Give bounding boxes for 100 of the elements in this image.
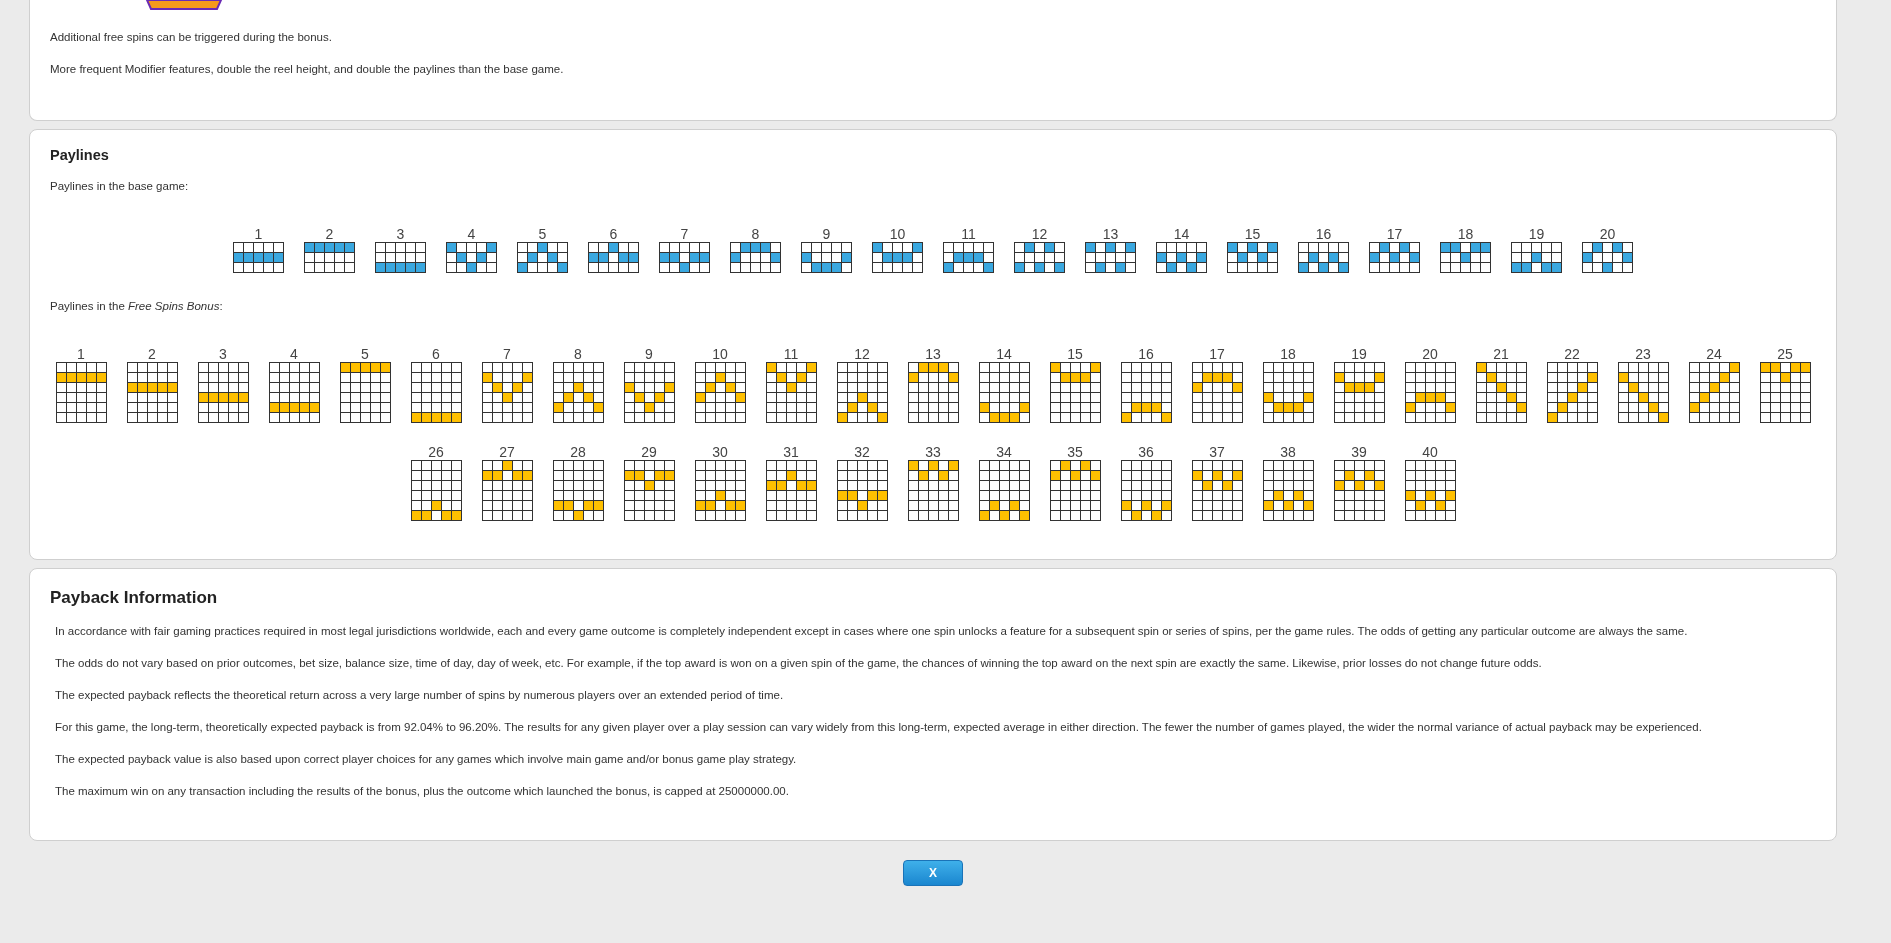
payline-grid bbox=[410, 362, 462, 423]
section-heading: Payback Information bbox=[50, 588, 219, 608]
payline-number: 17 bbox=[1386, 227, 1403, 242]
payline-number: 23 bbox=[1635, 347, 1651, 362]
payline-number: 38 bbox=[1280, 445, 1296, 460]
payline-grid bbox=[765, 460, 817, 521]
payline-number: 12 bbox=[1031, 227, 1048, 242]
paragraph: For this game, the long-term, theoretically expected payback is from 92.04% to 96.20%. The results for any given player over a play session can vary widely from this long-term, expected average in either direction. The fewer the number of games played, the wider the normal variance of actual payback may be experienced. bbox=[54, 720, 1703, 734]
payline-number: 15 bbox=[1244, 227, 1261, 242]
payline-number: 11 bbox=[783, 347, 799, 362]
payline-grid bbox=[836, 460, 888, 521]
payline-grid bbox=[1120, 362, 1172, 423]
payline-grid bbox=[1049, 460, 1101, 521]
paragraph: The odds do not vary based on prior outcomes, bet size, balance size, time of day, day of week, etc. For example, if the top award is won on a given spin of the game, the chances of winning the top award on the next spin are exactly the same. Likewise, prior losses do not change future odds. bbox=[54, 656, 1543, 670]
section-heading: Paylines bbox=[50, 147, 110, 163]
payline-grid bbox=[1546, 362, 1598, 423]
payline-number: 12 bbox=[854, 347, 870, 362]
payline-number: 35 bbox=[1067, 445, 1083, 460]
payline-grid bbox=[517, 242, 568, 273]
payline-grid bbox=[1191, 460, 1243, 521]
payline-number: 17 bbox=[1209, 347, 1225, 362]
payline-number: 19 bbox=[1528, 227, 1545, 242]
payline-grid bbox=[659, 242, 710, 273]
payline-grid bbox=[1014, 242, 1065, 273]
payline-grid bbox=[978, 362, 1030, 423]
payline-grid bbox=[623, 362, 675, 423]
payline-grid bbox=[268, 362, 320, 423]
payline-grid bbox=[694, 362, 746, 423]
payline-number: 6 bbox=[432, 347, 440, 362]
payline-number: 25 bbox=[1777, 347, 1793, 362]
payline-grid bbox=[1085, 242, 1136, 273]
payline-number: 1 bbox=[254, 227, 263, 242]
payline-number: 18 bbox=[1457, 227, 1474, 242]
payline-number: 14 bbox=[1173, 227, 1190, 242]
payline-grid bbox=[55, 362, 107, 423]
payline-grid bbox=[1120, 460, 1172, 521]
payline-grid bbox=[1617, 362, 1669, 423]
payline-grid bbox=[410, 460, 462, 521]
payline-grid bbox=[1475, 362, 1527, 423]
payline-grid bbox=[339, 362, 391, 423]
payline-grid bbox=[552, 460, 604, 521]
caption: Paylines in the base game: bbox=[50, 179, 190, 193]
caption: Paylines in the Free Spins Bonus: bbox=[50, 299, 224, 313]
payline-number: 34 bbox=[996, 445, 1012, 460]
payline-number: 9 bbox=[822, 227, 831, 242]
payline-number: 27 bbox=[499, 445, 515, 460]
payline-number: 16 bbox=[1138, 347, 1154, 362]
payline-number: 20 bbox=[1422, 347, 1438, 362]
payline-number: 10 bbox=[889, 227, 906, 242]
payline-number: 9 bbox=[645, 347, 653, 362]
payline-grid bbox=[126, 362, 178, 423]
payline-grid bbox=[1227, 242, 1278, 273]
payline-grid bbox=[197, 362, 249, 423]
payline-number: 5 bbox=[538, 227, 547, 242]
payline-number: 20 bbox=[1599, 227, 1616, 242]
payline-number: 39 bbox=[1351, 445, 1367, 460]
payline-number: 8 bbox=[751, 227, 760, 242]
payline-number: 21 bbox=[1493, 347, 1509, 362]
payline-number: 3 bbox=[219, 347, 227, 362]
payline-grid bbox=[1049, 362, 1101, 423]
payline-number: 28 bbox=[570, 445, 586, 460]
payline-number: 10 bbox=[712, 347, 728, 362]
payline-grid bbox=[836, 362, 888, 423]
payline-grid bbox=[872, 242, 923, 273]
payline-grid bbox=[623, 460, 675, 521]
payline-grid bbox=[1404, 362, 1456, 423]
payline-grid bbox=[1333, 460, 1385, 521]
payline-grid bbox=[552, 362, 604, 423]
payline-grid bbox=[1333, 362, 1385, 423]
payline-number: 3 bbox=[396, 227, 405, 242]
payline-grid bbox=[1156, 242, 1207, 273]
paragraph: More frequent Modifier features, double the reel height, and double the paylines than the base game. bbox=[50, 62, 565, 76]
payline-number: 24 bbox=[1706, 347, 1722, 362]
payline-grid bbox=[694, 460, 746, 521]
payline-grid bbox=[765, 362, 817, 423]
payline-grid bbox=[588, 242, 639, 273]
payline-number: 18 bbox=[1280, 347, 1296, 362]
payline-number: 4 bbox=[467, 227, 476, 242]
payline-grid bbox=[907, 460, 959, 521]
payline-grid bbox=[943, 242, 994, 273]
paragraph: The maximum win on any transaction including the results of the bonus, plus the outcome which launched the bonus, is capped at 25000000.00. bbox=[54, 784, 790, 798]
payline-grid bbox=[1404, 460, 1456, 521]
payline-grid bbox=[481, 460, 533, 521]
payline-grid bbox=[304, 242, 355, 273]
payline-number: 11 bbox=[961, 227, 976, 242]
payline-number: 36 bbox=[1138, 445, 1154, 460]
payline-number: 37 bbox=[1209, 445, 1225, 460]
payline-number: 33 bbox=[925, 445, 941, 460]
payline-number: 29 bbox=[641, 445, 657, 460]
payline-number: 8 bbox=[574, 347, 582, 362]
payline-grid bbox=[1262, 362, 1314, 423]
payline-number: 13 bbox=[1102, 227, 1119, 242]
paragraph: The expected payback reflects the theoretical return across a very large number of spins by numerous players over an extended period of time. bbox=[54, 688, 785, 702]
payline-number: 2 bbox=[325, 227, 334, 242]
payline-grid bbox=[1369, 242, 1420, 273]
payline-grid bbox=[1440, 242, 1491, 273]
paragraph: In accordance with fair gaming practices required in most legal jurisdictions worldwide, each and every game outcome is completely independent except in cases where one spin unlocks a feature for a subsequent spin or series of spins, per the game rules. The odds of getting any particular outcome are always the same. bbox=[54, 624, 1689, 638]
payline-number: 30 bbox=[712, 445, 728, 460]
close-button[interactable]: X bbox=[903, 860, 963, 886]
payline-grid bbox=[801, 242, 852, 273]
